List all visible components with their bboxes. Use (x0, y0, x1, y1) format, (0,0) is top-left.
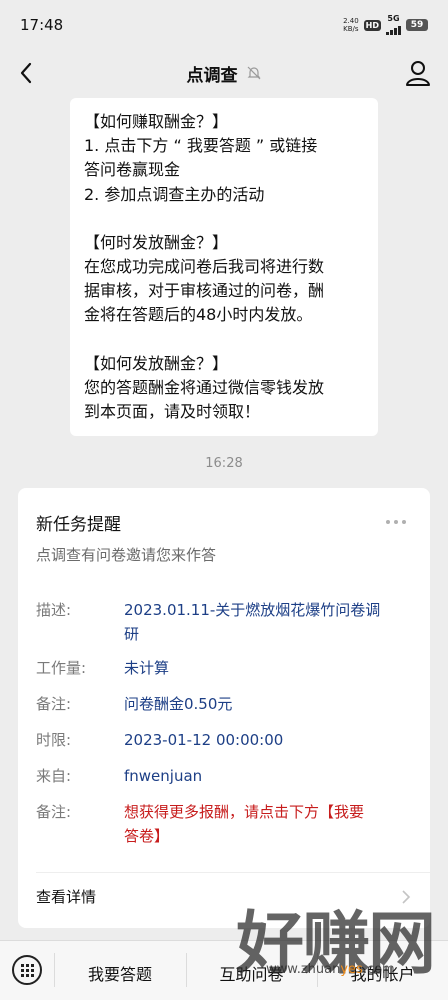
workload-row: 工作量: 未计算 (36, 656, 416, 680)
view-details-link[interactable]: 查看详情 (36, 886, 96, 907)
field-label: 来自: (36, 767, 72, 785)
message-line: 到本页面，请及时领取！ (84, 402, 261, 422)
deadline-row: 时限: 2023-01-12 00:00:00 (36, 728, 416, 752)
header-title-group: 点调查 (187, 61, 262, 86)
menu-item-my-account[interactable]: 我的帐户 (317, 961, 448, 985)
status-time: 17:48 (20, 16, 64, 34)
card-title: 新任务提醒 (36, 515, 121, 535)
keyboard-toggle-button[interactable] (12, 955, 42, 985)
message-line: 【如何赚取酬金？】 (84, 112, 229, 131)
message-bubble: 【如何赚取酬金？】 1. 点击下方 “ 我要答题 ” 或链接 答问卷赢现金 2.… (70, 98, 378, 436)
source-row: 来自: fnwenjuan (36, 764, 416, 788)
chevron-left-icon (20, 62, 32, 84)
page-title: 点调查 (186, 65, 238, 86)
extra-remark-row: 备注: 想获得更多报酬，请点击下方【我要 答卷】 (36, 800, 416, 848)
field-value: 2023.01.11-关于燃放烟花爆竹问卷调 研 (124, 601, 381, 643)
profile-button[interactable] (404, 59, 432, 87)
field-value: 问卷酬金0.50元 (124, 695, 233, 713)
status-indicators: 2.40 KB/s HD 5G 59 (343, 15, 428, 35)
field-value: 2023-01-12 00:00:00 (124, 731, 284, 749)
more-icon[interactable] (386, 518, 410, 526)
divider (36, 872, 430, 873)
network-speed: 2.40 KB/s (343, 17, 359, 33)
signal-icon (386, 23, 401, 35)
status-bar: 17:48 2.40 KB/s HD 5G 59 (0, 0, 448, 50)
task-notification-card[interactable]: 新任务提醒 点调查有问卷邀请您来作答 描述: 2023.01.11-关于燃放烟花… (18, 488, 430, 928)
bottom-menu-bar: 我要答题 互助问卷 我的帐户 (0, 940, 448, 1000)
back-button[interactable] (12, 58, 40, 88)
message-line: 答问卷赢现金 (84, 160, 181, 180)
message-line: 1. 点击下方 “ 我要答题 ” 或链接 (84, 136, 318, 156)
network-type: 5G (386, 15, 401, 35)
field-label: 备注: (36, 695, 72, 713)
mute-bell-icon (247, 66, 260, 80)
field-label: 工作量: (36, 659, 87, 677)
message-line: 【何时发放酬金？】 (84, 232, 229, 252)
field-label: 时限: (36, 731, 72, 749)
menu-item-mutual-survey[interactable]: 互助问卷 (186, 961, 317, 985)
field-label: 描述: (36, 601, 72, 619)
field-label: 备注: (36, 803, 72, 821)
field-value: 未计算 (124, 659, 170, 677)
message-line: 【如何发放酬金？】 (84, 353, 229, 373)
hd-icon: HD (363, 19, 381, 31)
chevron-right-icon (402, 890, 411, 904)
message-line: 据审核，对于审核通过的问卷，酬 (84, 281, 325, 301)
chat-header: 点调查 (0, 50, 448, 96)
description-row: 描述: 2023.01.11-关于燃放烟花爆竹问卷调 研 (36, 598, 416, 646)
menu-item-answer-survey[interactable]: 我要答题 (54, 961, 186, 985)
battery-icon: 59 (406, 19, 428, 31)
keyboard-icon (20, 963, 34, 977)
message-line: 在您成功完成问卷后我司将进行数 (84, 257, 325, 277)
message-line: 金将在答题后的48小时内发放。 (84, 305, 313, 325)
card-subtitle: 点调查有问卷邀请您来作答 (36, 546, 217, 564)
message-line: 您的答题酬金将通过微信零钱发放 (84, 377, 325, 397)
remark-row: 备注: 问卷酬金0.50元 (36, 692, 416, 716)
message-line: 2. 参加点调查主办的活动 (84, 184, 265, 204)
message-timestamp: 16:28 (205, 456, 243, 471)
user-icon (406, 61, 430, 86)
field-value: fnwenjuan (124, 767, 203, 785)
field-value: 想获得更多报酬，请点击下方【我要 答卷】 (124, 803, 365, 845)
